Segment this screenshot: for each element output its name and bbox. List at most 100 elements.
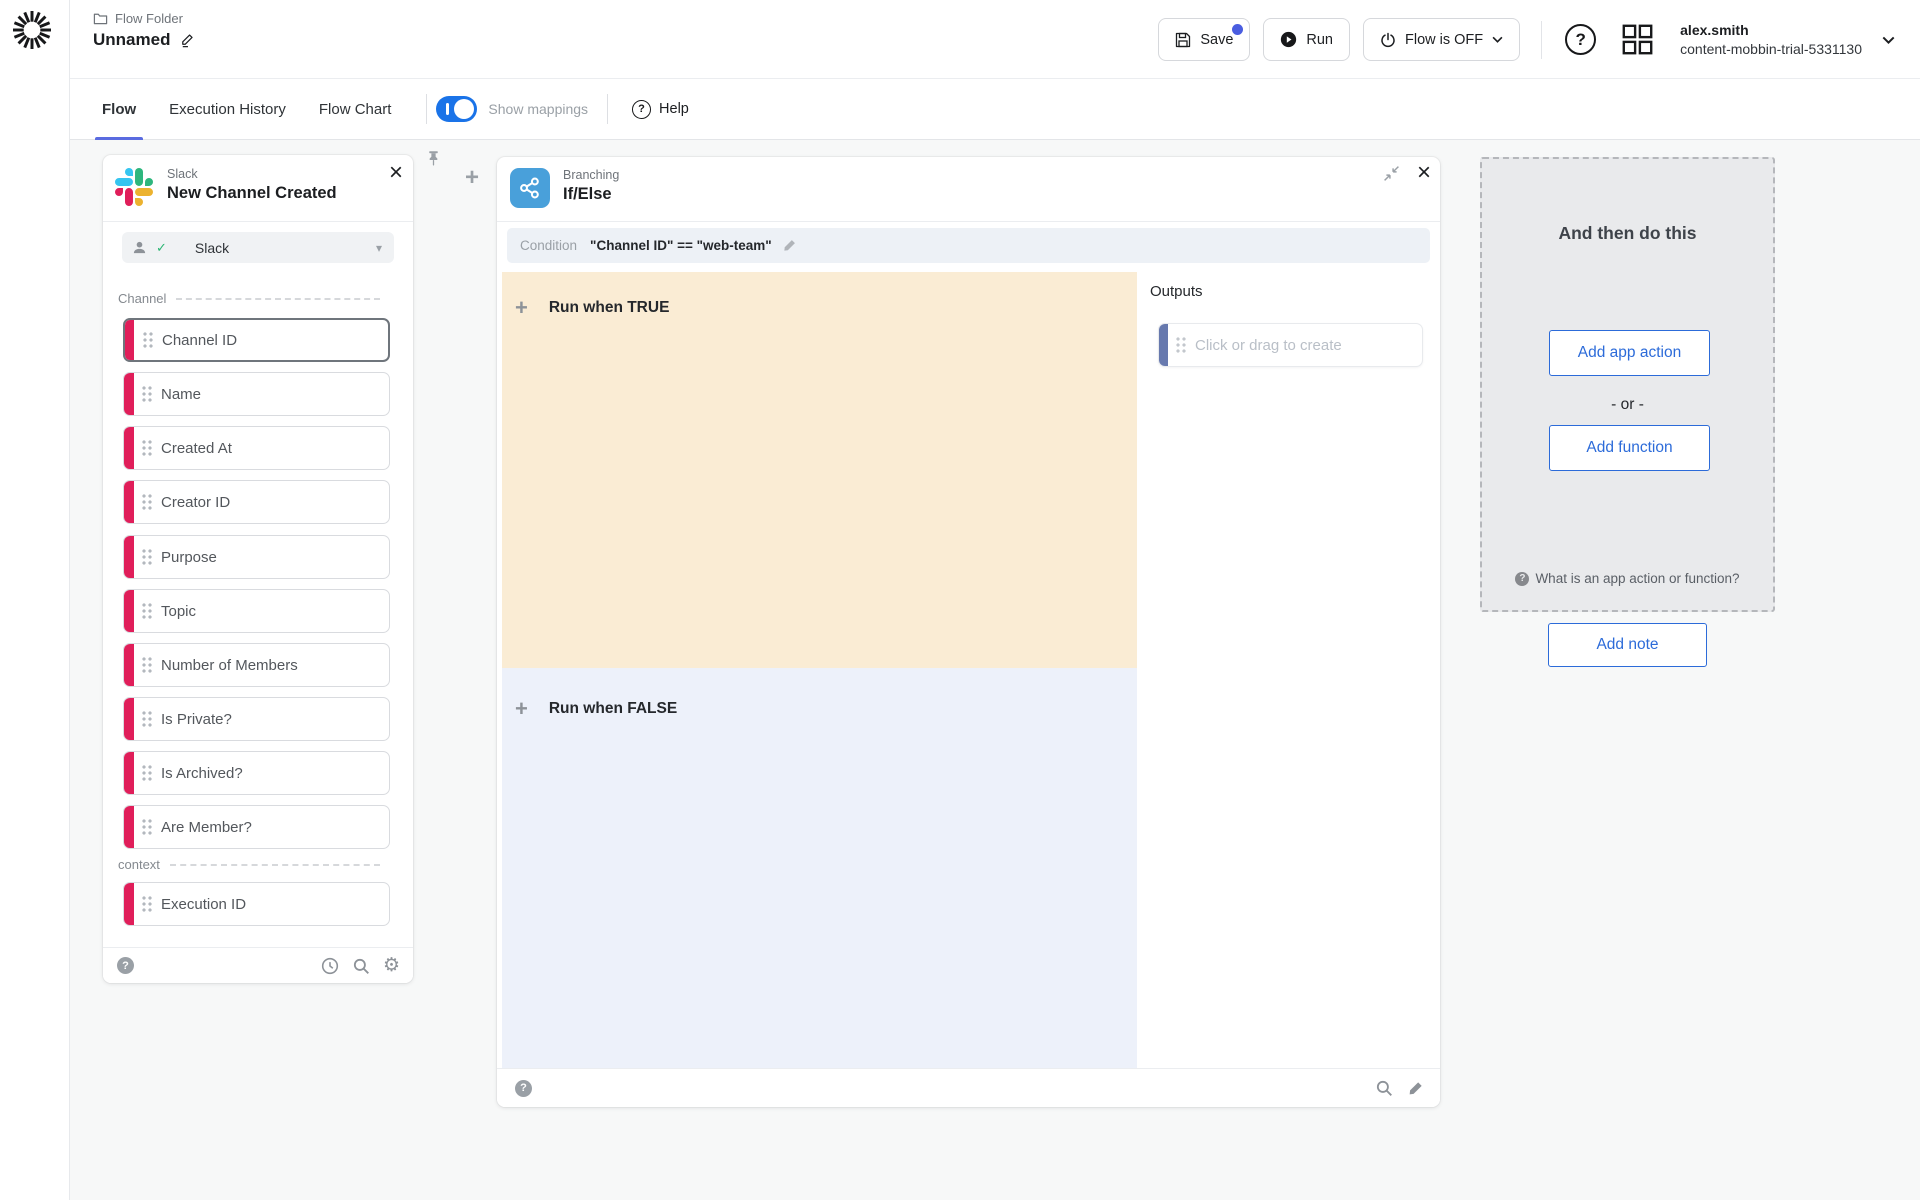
user-menu[interactable]: alex.smith content-mobbin-trial-5331130 (1680, 21, 1862, 59)
tabbar-divider-2 (607, 94, 608, 124)
drag-handle-icon (141, 385, 152, 403)
help-menu[interactable]: ? Help (632, 100, 689, 119)
drag-handle-icon (141, 656, 152, 674)
power-icon (1380, 32, 1396, 48)
datapill-name[interactable]: Name (123, 372, 390, 416)
drag-handle-icon (141, 602, 152, 620)
search-icon[interactable] (1375, 1079, 1393, 1097)
section-dash-line (176, 298, 380, 300)
add-function-button[interactable]: Add function (1549, 425, 1710, 471)
show-mappings-label: Show mappings (488, 101, 588, 117)
page-title: Unnamed (93, 30, 170, 50)
info-question-icon: ? (1515, 572, 1529, 586)
run-when-true-label: Run when TRUE (549, 299, 670, 317)
add-note-button[interactable]: Add note (1548, 623, 1707, 667)
connection-caret-icon: ▾ (376, 241, 382, 255)
connection-selector[interactable]: ✓ Slack ▾ (122, 232, 394, 263)
condition-expression: "Channel ID" == "web-team" (590, 238, 772, 253)
branch-step-card: Branching If/Else × Condition "Channel I… (497, 157, 1440, 1107)
datapill-is-private[interactable]: Is Private? (123, 697, 390, 741)
datapill-are-member[interactable]: Are Member? (123, 805, 390, 849)
condition-bar: Condition "Channel ID" == "web-team" (507, 228, 1430, 263)
app-rail (0, 0, 70, 1200)
run-label: Run (1306, 32, 1333, 48)
run-when-true-zone[interactable] (502, 272, 1137, 668)
output-color-bar (1159, 323, 1168, 367)
flow-canvas: Slack New Channel Created × ✓ Slack ▾ Ch… (70, 140, 1920, 1200)
add-false-step-plus-icon[interactable]: + (515, 698, 528, 720)
action-hint-link[interactable]: ? What is an app action or function? (1482, 571, 1773, 586)
drag-handle-icon (142, 331, 153, 349)
run-button[interactable]: Run (1263, 18, 1350, 61)
recent-icon[interactable] (321, 957, 339, 975)
outputs-heading: Outputs (1150, 283, 1203, 300)
datapill-purpose[interactable]: Purpose (123, 535, 390, 579)
tab-flow[interactable]: Flow (102, 79, 136, 140)
edit-title-icon[interactable] (179, 32, 196, 49)
folder-icon (93, 11, 108, 26)
breadcrumb[interactable]: Flow Folder (93, 11, 196, 26)
tab-flow-chart[interactable]: Flow Chart (319, 79, 392, 140)
branch-title: If/Else (563, 185, 612, 204)
trigger-datatree-panel: Slack New Channel Created × ✓ Slack ▾ Ch… (103, 155, 413, 983)
drag-handle-icon (141, 439, 152, 457)
panel-help-icon[interactable]: ? (117, 957, 134, 974)
datapill-creator-id[interactable]: Creator ID (123, 480, 390, 524)
branch-header: Branching If/Else × (497, 157, 1440, 222)
drag-handle-icon (141, 493, 152, 511)
branch-kicker: Branching (563, 168, 619, 182)
pin-icon[interactable] (425, 150, 442, 167)
datapill-channel-id[interactable]: Channel ID (123, 318, 390, 362)
trigger-app-name: Slack (167, 167, 198, 181)
datapill-topic[interactable]: Topic (123, 589, 390, 633)
save-button[interactable]: Save (1158, 18, 1250, 61)
close-icon[interactable]: × (1417, 159, 1431, 187)
flow-tabbar: Flow Execution History Flow Chart Show m… (70, 79, 1920, 140)
header-divider (1541, 21, 1542, 59)
settings-gear-icon[interactable]: ⚙ (383, 956, 400, 975)
help-label: Help (659, 101, 689, 117)
drag-handle-icon (1175, 336, 1186, 354)
user-chevron-down-icon[interactable] (1882, 36, 1895, 44)
output-placeholder: Click or drag to create (1195, 337, 1342, 354)
flow-state-button[interactable]: Flow is OFF (1363, 18, 1520, 61)
tab-execution-history[interactable]: Execution History (169, 79, 286, 140)
show-mappings-toggle[interactable] (436, 96, 477, 122)
close-icon[interactable]: × (389, 161, 403, 185)
collapse-icon[interactable] (1383, 165, 1400, 182)
connected-check-icon: ✓ (156, 240, 167, 256)
trigger-panel-header: Slack New Channel Created × (103, 155, 413, 222)
action-hint-text: What is an app action or function? (1535, 571, 1739, 586)
add-true-step-plus-icon[interactable]: + (515, 297, 528, 319)
condition-label: Condition (520, 238, 577, 253)
search-icon[interactable] (352, 957, 370, 975)
datapill-number-of-members[interactable]: Number of Members (123, 643, 390, 687)
add-app-action-button[interactable]: Add app action (1549, 330, 1710, 376)
edit-pencil-icon[interactable] (1407, 1080, 1424, 1097)
output-create-chip[interactable]: Click or drag to create (1158, 323, 1423, 367)
pill-color-bar (124, 319, 134, 361)
account-icon (132, 240, 147, 255)
connection-name: Slack (195, 240, 229, 256)
run-when-false-zone[interactable] (502, 668, 1137, 1068)
datapill-created-at[interactable]: Created At (123, 426, 390, 470)
edit-condition-icon[interactable] (782, 238, 797, 253)
top-header: Flow Folder Unnamed Save (70, 0, 1920, 79)
next-step-title: And then do this (1482, 223, 1773, 244)
or-separator: - or - (1482, 396, 1773, 414)
tabbar-divider (426, 94, 427, 124)
datapill-is-archived[interactable]: Is Archived? (123, 751, 390, 795)
section-context: context (118, 857, 380, 872)
app-logo-icon[interactable] (13, 11, 51, 49)
breadcrumb-label: Flow Folder (115, 11, 183, 26)
apps-grid-icon[interactable] (1622, 24, 1653, 55)
drag-handle-icon (141, 710, 152, 728)
add-step-plus-icon[interactable]: + (465, 166, 479, 190)
help-icon[interactable]: ? (1565, 24, 1596, 55)
datapill-execution-id[interactable]: Execution ID (123, 882, 390, 926)
step-help-icon[interactable]: ? (515, 1080, 532, 1097)
drag-handle-icon (141, 818, 152, 836)
flow-state-label: Flow is OFF (1405, 32, 1483, 48)
next-step-placeholder: And then do this Add app action - or - A… (1480, 157, 1775, 612)
drag-handle-icon (141, 764, 152, 782)
